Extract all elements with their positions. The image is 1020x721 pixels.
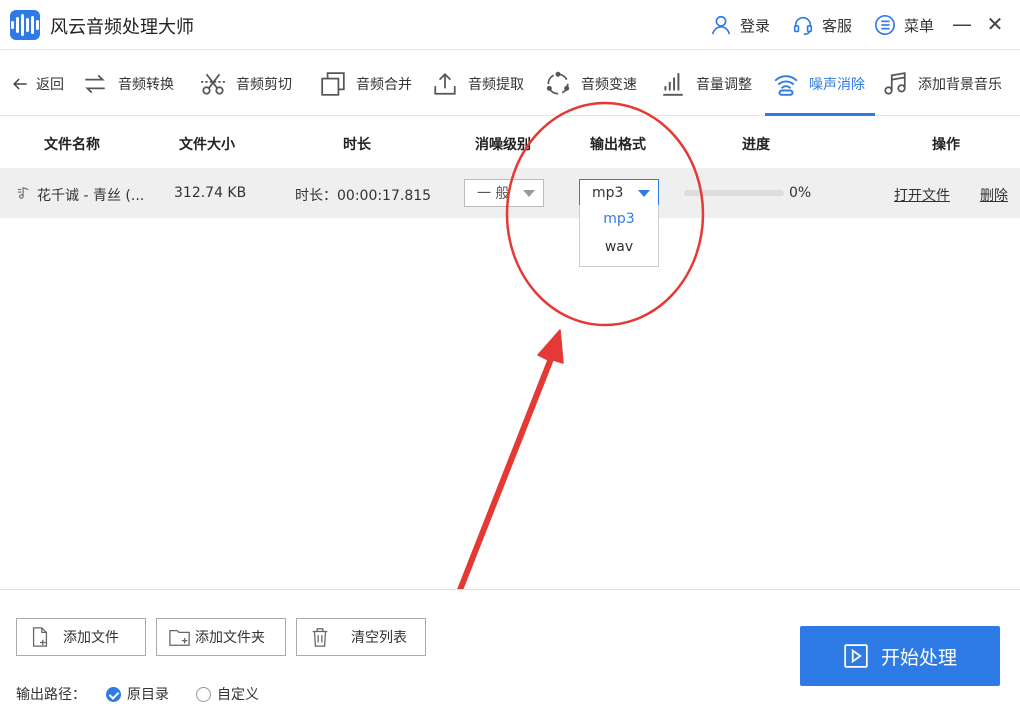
output-format-select[interactable]: mp3 <box>579 179 659 207</box>
header-progress: 进度 <box>742 137 770 153</box>
start-process-label: 开始处理 <box>880 646 957 669</box>
merge-icon <box>321 71 345 96</box>
radio-checked-icon <box>106 686 121 702</box>
add-folder-label: 添加文件夹 <box>195 630 265 646</box>
convert-icon <box>85 74 105 93</box>
radio-custom-dir[interactable]: 自定义 <box>196 684 259 704</box>
file-name: 花千诚 - 青丝 (... <box>37 188 145 204</box>
progress-text: 0% <box>789 185 812 201</box>
service-button[interactable]: 客服 <box>792 13 852 37</box>
annotation-arrow <box>455 329 564 597</box>
delete-link[interactable]: 删除 <box>980 185 1008 205</box>
clear-list-label: 清空列表 <box>351 630 407 646</box>
wifi-noise-icon <box>774 74 798 96</box>
add-folder-button[interactable]: 添加文件夹 <box>156 618 286 656</box>
tab-add-bgm[interactable]: 添加背景音乐 <box>882 51 1002 116</box>
volume-bars-icon <box>663 72 683 96</box>
tab-noise-removal[interactable]: 噪声消除 <box>765 51 875 116</box>
tab-label: 噪声消除 <box>809 76 865 93</box>
progress-bar <box>684 190 784 196</box>
start-process-button[interactable]: 开始处理 <box>800 626 1000 686</box>
chevron-down-icon <box>638 190 650 197</box>
tab-audio-cut[interactable]: 音频剪切 <box>200 51 292 116</box>
radio-unchecked-icon <box>196 686 211 702</box>
tab-label: 音频提取 <box>468 76 524 93</box>
tab-volume-adjust[interactable]: 音量调整 <box>660 51 752 116</box>
app-title: 风云音频处理大师 <box>50 17 194 38</box>
table-header: 文件名称 文件大小 时长 消噪级别 输出格式 进度 操作 <box>0 117 1020 167</box>
headset-icon <box>793 16 813 35</box>
tab-label: 音量调整 <box>696 76 752 93</box>
output-format-value: mp3 <box>592 185 624 201</box>
user-icon <box>711 15 731 35</box>
header-size: 文件大小 <box>179 137 235 153</box>
tab-audio-speed[interactable]: 音频变速 <box>545 51 637 116</box>
play-icon <box>844 644 868 668</box>
close-icon[interactable]: ✕ <box>983 12 1007 36</box>
noise-level-value: 一 般 <box>477 186 510 202</box>
speed-icon <box>546 71 570 95</box>
add-file-label: 添加文件 <box>63 630 119 646</box>
arrow-left-icon <box>13 77 27 90</box>
format-option-mp3[interactable]: mp3 <box>580 205 658 233</box>
login-button[interactable]: 登录 <box>710 13 770 37</box>
header-duration: 时长 <box>343 137 371 153</box>
function-toolbar: 返回 音频转换 音频剪切 音频合并 音频提取 音频变速 音量调整 噪声消除 添加… <box>0 51 1020 116</box>
music-file-icon <box>17 186 29 199</box>
tab-audio-convert[interactable]: 音频转换 <box>82 51 174 116</box>
output-path-label: 输出路径： <box>16 687 86 703</box>
tab-label: 音频转换 <box>118 76 174 93</box>
format-option-wav[interactable]: wav <box>580 233 658 261</box>
add-file-icon <box>32 627 48 647</box>
tab-label: 音频合并 <box>356 76 412 93</box>
bottom-panel: 添加文件 添加文件夹 清空列表 输出路径： 原目录 自定义 开始处理 <box>0 589 1020 721</box>
minimize-icon[interactable]: — <box>950 12 974 36</box>
tab-label: 添加背景音乐 <box>918 76 1002 93</box>
tab-audio-merge[interactable]: 音频合并 <box>320 51 412 116</box>
noise-level-select[interactable]: 一 般 <box>464 179 544 207</box>
service-label: 客服 <box>822 16 853 35</box>
header-level: 消噪级别 <box>475 137 531 153</box>
back-label: 返回 <box>36 76 64 93</box>
table-row[interactable]: 花千诚 - 青丝 (... 312.74 KB 时长：00:00:17.815 … <box>0 168 1020 218</box>
header-action: 操作 <box>932 137 960 153</box>
clear-list-button[interactable]: 清空列表 <box>296 618 426 656</box>
login-label: 登录 <box>740 16 771 35</box>
menu-label: 菜单 <box>904 16 935 35</box>
header-format: 输出格式 <box>590 137 646 153</box>
radio-custom-label: 自定义 <box>217 687 259 703</box>
app-logo-icon <box>10 10 40 40</box>
scissors-icon <box>201 73 225 95</box>
menu-button[interactable]: 菜单 <box>874 13 934 37</box>
header-name: 文件名称 <box>44 137 100 153</box>
menu-icon <box>875 15 895 35</box>
open-file-link[interactable]: 打开文件 <box>894 185 950 205</box>
add-file-button[interactable]: 添加文件 <box>16 618 146 656</box>
radio-original-dir[interactable]: 原目录 <box>106 684 169 704</box>
radio-original-label: 原目录 <box>127 687 169 703</box>
trash-icon <box>312 628 328 647</box>
music-note-icon <box>884 71 906 95</box>
tab-label: 音频剪切 <box>236 76 292 93</box>
file-size: 312.74 KB <box>174 185 247 201</box>
tab-audio-extract[interactable]: 音频提取 <box>432 51 524 116</box>
file-duration: 时长：00:00:17.815 <box>295 188 432 204</box>
add-folder-icon <box>169 629 190 646</box>
upload-icon <box>434 72 456 95</box>
back-button[interactable]: 返回 <box>10 51 64 116</box>
tab-label: 音频变速 <box>581 76 637 93</box>
format-dropdown-list: mp3 wav <box>579 205 659 267</box>
chevron-down-icon <box>523 190 535 197</box>
title-bar: 风云音频处理大师 登录 客服 菜单 — ✕ <box>0 0 1020 50</box>
